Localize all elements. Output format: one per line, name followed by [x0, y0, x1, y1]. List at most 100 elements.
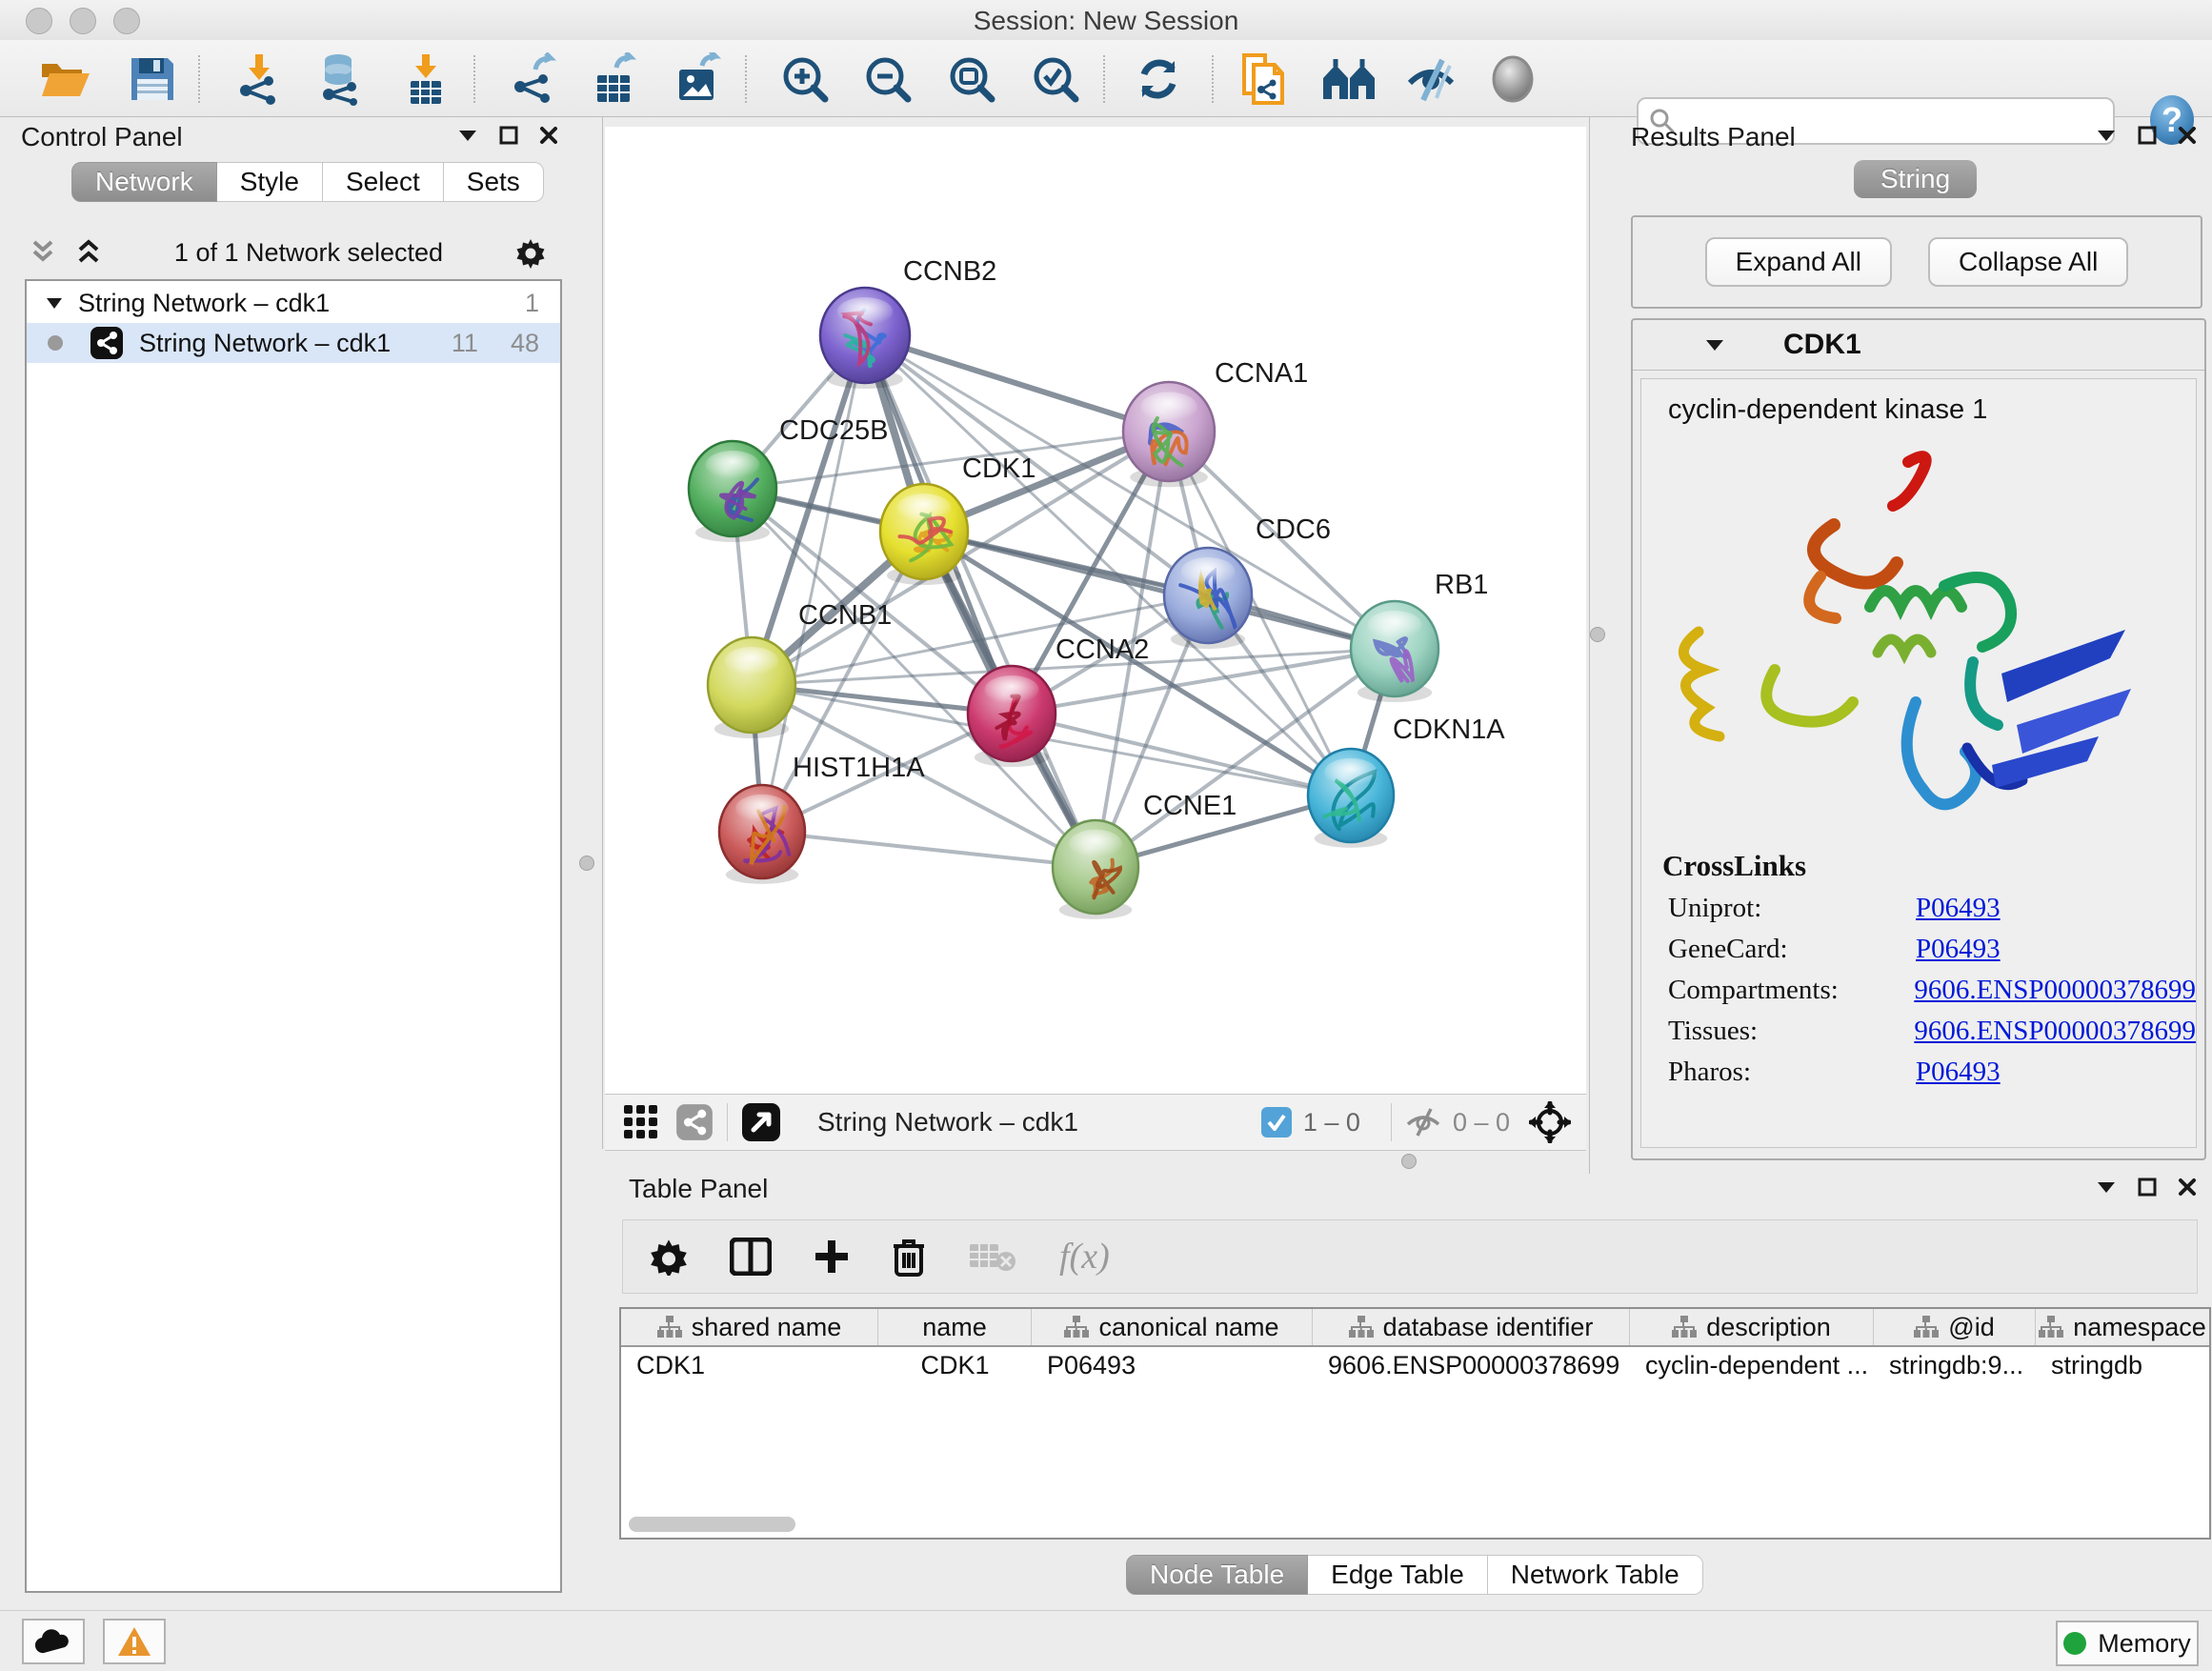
- column-header-shared-name[interactable]: shared name: [621, 1309, 878, 1345]
- show-graphics-details-button[interactable]: [1482, 51, 1543, 107]
- tab-network-table[interactable]: Network Table: [1488, 1555, 1703, 1595]
- crosslink-link[interactable]: P06493: [1916, 934, 2001, 965]
- birds-eye-view-icon[interactable]: [741, 1102, 781, 1142]
- horizontal-scrollbar[interactable]: [629, 1517, 795, 1532]
- cell-id[interactable]: stringdb:9...: [1874, 1351, 2036, 1380]
- gene-section: CDK1 cyclin-dependent kinase 1: [1631, 318, 2206, 1160]
- network-edge[interactable]: [865, 335, 1169, 432]
- gene-section-header[interactable]: CDK1: [1633, 320, 2204, 371]
- gray-sphere-icon: [1489, 53, 1537, 105]
- cell-shared-name[interactable]: CDK1: [621, 1351, 878, 1380]
- cell-namespace[interactable]: stringdb: [2036, 1351, 2209, 1380]
- delete-column-icon[interactable]: [892, 1237, 926, 1277]
- cell-name[interactable]: CDK1: [878, 1351, 1032, 1380]
- network-graph[interactable]: CCNB2CCNA1CDC25BCDK1CDC6RB1CCNB1CCNA2CDK…: [605, 127, 1586, 1094]
- table-toolbar: f(x): [622, 1219, 2198, 1294]
- hierarchy-icon: [2039, 1316, 2063, 1339]
- panel-float-icon[interactable]: [2138, 126, 2157, 145]
- network-edge[interactable]: [762, 832, 1096, 867]
- section-collapse-icon[interactable]: [1705, 339, 1724, 352]
- column-header-database-identifier[interactable]: database identifier: [1313, 1309, 1630, 1345]
- grid-view-icon[interactable]: [622, 1103, 660, 1141]
- network-collection-row[interactable]: String Network – cdk1 1: [27, 283, 560, 323]
- panel-close-icon[interactable]: [539, 126, 558, 145]
- column-header-description[interactable]: description: [1630, 1309, 1874, 1345]
- right-splitter-handle[interactable]: [1590, 627, 1605, 642]
- tree-expand-icon[interactable]: [46, 297, 63, 310]
- tab-sets[interactable]: Sets: [444, 162, 544, 202]
- warning-status-button[interactable]: [103, 1619, 166, 1664]
- zoom-in-button[interactable]: [774, 51, 835, 107]
- string-network-icon: [90, 326, 124, 360]
- import-table-button[interactable]: [395, 51, 456, 107]
- tab-select[interactable]: Select: [323, 162, 444, 202]
- export-image-button[interactable]: [668, 51, 729, 107]
- network-row-selected[interactable]: String Network – cdk1 11 48: [27, 323, 560, 363]
- panel-float-icon[interactable]: [2138, 1178, 2157, 1197]
- panel-close-icon[interactable]: [2178, 126, 2197, 145]
- column-header-name[interactable]: name: [878, 1309, 1032, 1345]
- import-database-button[interactable]: [310, 51, 371, 107]
- table-panel-title: Table Panel: [629, 1174, 768, 1204]
- zoom-fit-icon: [946, 53, 997, 105]
- crosslink-link[interactable]: 9606.ENSP00000378699: [1914, 975, 2196, 1006]
- add-column-icon[interactable]: [814, 1238, 850, 1275]
- cell-database-identifier[interactable]: 9606.ENSP00000378699: [1313, 1351, 1630, 1380]
- show-columns-icon[interactable]: [730, 1238, 772, 1276]
- tab-node-table[interactable]: Node Table: [1126, 1555, 1308, 1595]
- memory-button[interactable]: Memory: [2056, 1621, 2199, 1666]
- network-edge[interactable]: [865, 335, 1096, 867]
- network-view-type-icon[interactable]: [675, 1103, 714, 1141]
- network-view-canvas[interactable]: CCNB2CCNA1CDC25BCDK1CDC6RB1CCNB1CCNA2CDK…: [605, 127, 1586, 1094]
- node-label-CDC6: CDC6: [1256, 514, 1331, 545]
- cell-description[interactable]: cyclin-dependent ...: [1630, 1351, 1874, 1380]
- hide-graphics-details-button[interactable]: [1400, 51, 1461, 107]
- import-database-icon: [313, 52, 367, 106]
- node-label-CDC25B: CDC25B: [779, 415, 888, 446]
- crosslink-link[interactable]: P06493: [1916, 1057, 2001, 1088]
- refresh-button[interactable]: [1128, 51, 1189, 107]
- column-header-namespace[interactable]: namespace: [2036, 1309, 2209, 1345]
- open-file-button[interactable]: [34, 51, 95, 107]
- hidden-eye-slash-icon[interactable]: [1405, 1107, 1441, 1137]
- cloud-status-button[interactable]: [22, 1619, 85, 1664]
- expand-all-icon[interactable]: [74, 238, 103, 267]
- network-overview-button[interactable]: [1318, 51, 1379, 107]
- export-table-button[interactable]: [584, 51, 645, 107]
- column-header-id[interactable]: @id: [1874, 1309, 2036, 1345]
- crosslink-link[interactable]: 9606.ENSP00000378699: [1914, 1016, 2196, 1047]
- horizontal-splitter-handle[interactable]: [1401, 1154, 1417, 1169]
- tab-string[interactable]: String: [1854, 160, 1977, 198]
- save-session-button[interactable]: [122, 51, 183, 107]
- toolbar-separator: [727, 1103, 728, 1141]
- crosslink-link[interactable]: P06493: [1916, 893, 2001, 924]
- tab-network[interactable]: Network: [71, 162, 217, 202]
- expand-all-button[interactable]: Expand All: [1705, 237, 1892, 287]
- tab-edge-table[interactable]: Edge Table: [1308, 1555, 1488, 1595]
- zoom-selected-button[interactable]: [1025, 51, 1086, 107]
- zoom-out-button[interactable]: [857, 51, 918, 107]
- tab-style[interactable]: Style: [217, 162, 323, 202]
- import-network-button[interactable]: [229, 51, 290, 107]
- panel-menu-icon[interactable]: [2096, 1180, 2117, 1194]
- collapse-all-button[interactable]: Collapse All: [1928, 237, 2128, 287]
- panel-menu-icon[interactable]: [2096, 129, 2117, 142]
- collapse-all-icon[interactable]: [29, 238, 57, 267]
- vertical-splitter-handle[interactable]: [579, 856, 594, 871]
- main-toolbar: ?: [0, 40, 2212, 117]
- cell-canonical-name[interactable]: P06493: [1032, 1351, 1313, 1380]
- hierarchy-icon: [1349, 1316, 1374, 1339]
- panel-menu-icon[interactable]: [457, 129, 478, 142]
- hierarchy-icon: [657, 1316, 682, 1339]
- network-options-gear-icon[interactable]: [514, 236, 547, 269]
- export-network-button[interactable]: [503, 51, 564, 107]
- panel-float-icon[interactable]: [499, 126, 518, 145]
- table-settings-gear-icon[interactable]: [650, 1238, 688, 1276]
- export-network-icon: [507, 52, 560, 106]
- column-header-canonical-name[interactable]: canonical name: [1032, 1309, 1313, 1345]
- fit-selected-crosshair-icon[interactable]: [1529, 1101, 1571, 1143]
- duplicate-network-button[interactable]: [1233, 51, 1294, 107]
- panel-close-icon[interactable]: [2178, 1178, 2197, 1197]
- zoom-fit-button[interactable]: [941, 51, 1002, 107]
- selected-nodes-checkbox-icon[interactable]: [1261, 1107, 1292, 1137]
